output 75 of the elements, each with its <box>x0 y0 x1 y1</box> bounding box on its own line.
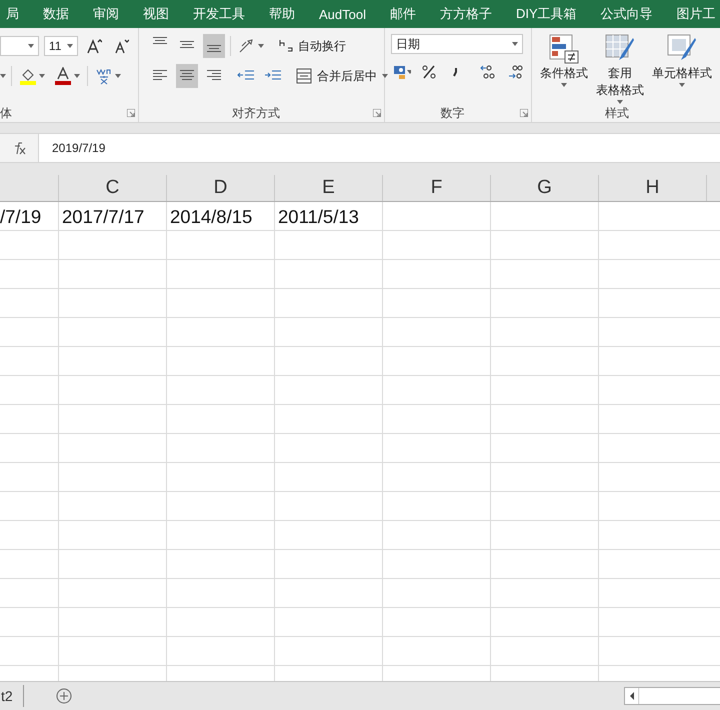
grow-font-icon <box>86 38 102 54</box>
font-size-field[interactable]: 11 <box>44 36 78 56</box>
add-sheet-icon[interactable] <box>56 688 72 704</box>
caret-icon <box>28 44 34 48</box>
column-header[interactable]: F <box>383 175 491 201</box>
comma-icon <box>453 67 459 77</box>
caret-icon <box>67 44 73 48</box>
horizontal-scrollbar[interactable] <box>624 687 720 705</box>
number-format-field[interactable]: 日期 <box>391 34 523 54</box>
dialog-launcher-icon[interactable] <box>520 109 528 117</box>
caret-icon <box>679 83 685 87</box>
caret-icon <box>115 74 121 78</box>
caret-icon <box>561 83 567 87</box>
merge-cells-icon <box>296 68 312 84</box>
align-left-icon <box>153 70 167 82</box>
horizontal-align-button[interactable] <box>176 64 198 88</box>
column-header[interactable]: H <box>599 175 707 201</box>
font-color-icon <box>54 67 72 85</box>
caret-icon <box>382 74 388 78</box>
vertical-align-button[interactable] <box>203 34 225 58</box>
sheet-tab[interactable]: t2 <box>0 685 24 707</box>
cell-text: 2014/8/15 <box>169 206 252 228</box>
column-header[interactable]: C <box>59 175 167 201</box>
merge-center-button[interactable]: 合并后居中 <box>294 64 390 88</box>
menu-tab[interactable]: 方方格子 <box>428 5 504 23</box>
menu-tab[interactable]: DIY工具箱 <box>504 5 589 23</box>
caret-icon <box>258 44 264 48</box>
style-button[interactable]: 条件格式 <box>538 32 590 104</box>
menu-tab[interactable]: 开发工具 <box>181 5 257 23</box>
font-name-field[interactable] <box>0 36 39 56</box>
align-middle-icon <box>180 41 194 51</box>
increase-decimal-icon <box>480 64 496 80</box>
column-header[interactable]: D <box>167 175 275 201</box>
caret-icon <box>407 70 411 74</box>
dialog-launcher-icon[interactable] <box>373 109 381 117</box>
cell-text: 2017/7/17 <box>61 206 144 228</box>
group-label: 数字 <box>440 105 466 122</box>
menu-tab[interactable]: 数据 <box>31 5 81 23</box>
align-top-icon <box>153 37 167 47</box>
align-bottom-icon <box>207 45 221 55</box>
caret-icon <box>74 74 80 78</box>
menu-tab[interactable]: 图片工 <box>664 5 720 23</box>
caret-icon <box>512 42 518 46</box>
group-label: 对齐方式 <box>231 105 281 122</box>
money-icon <box>393 64 405 80</box>
align-right-icon <box>207 70 221 82</box>
font-color-button[interactable] <box>52 64 82 88</box>
align-center-icon <box>180 70 194 82</box>
column-header[interactable]: G <box>491 175 599 201</box>
style-button[interactable]: 套用 表格格式 <box>594 32 646 104</box>
menu-tab[interactable]: 审阅 <box>81 5 131 23</box>
menu-tab[interactable]: AudTool <box>307 6 378 22</box>
formula-input[interactable]: 2019/7/19 <box>40 141 106 155</box>
percent-icon <box>422 65 436 79</box>
phonetic-guide-icon <box>95 67 113 85</box>
style-button[interactable]: 单元格样式 <box>650 32 714 104</box>
shrink-font-icon <box>113 38 129 54</box>
menu-tab[interactable]: 视图 <box>131 5 181 23</box>
group-label: 体 <box>0 105 13 122</box>
conditional-format-icon <box>549 34 579 64</box>
cell-text: 2011/5/13 <box>277 206 359 228</box>
caret-icon <box>39 74 45 78</box>
decrease-decimal-icon <box>507 64 523 80</box>
fill-bucket-icon <box>19 67 37 85</box>
group-label: 样式 <box>604 105 630 122</box>
dialog-launcher-icon[interactable] <box>127 109 135 117</box>
caret-icon <box>0 74 6 78</box>
menu-tab[interactable]: 局 <box>0 5 31 23</box>
column-header[interactable]: E <box>275 175 383 201</box>
caret-icon <box>617 100 623 104</box>
cell-text: /7/19 <box>0 206 42 228</box>
wrap-text-button[interactable]: 自动换行 <box>277 34 348 58</box>
menu-tab[interactable]: 邮件 <box>378 5 428 23</box>
menu-tab[interactable]: 帮助 <box>257 5 307 23</box>
menu-tab[interactable]: 公式向导 <box>588 5 665 23</box>
